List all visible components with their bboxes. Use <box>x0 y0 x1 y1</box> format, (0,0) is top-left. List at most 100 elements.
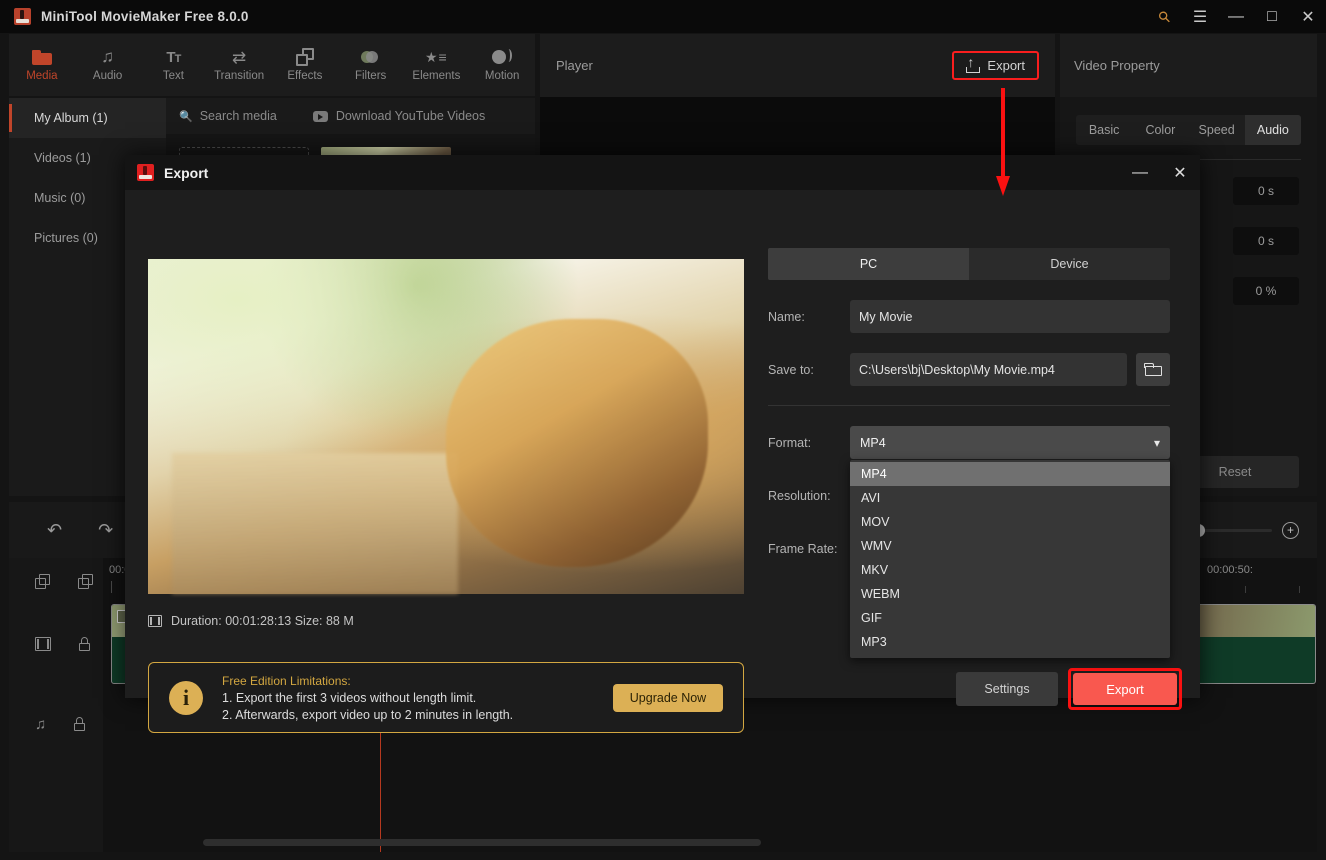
title-bar: MiniTool MovieMaker Free 8.0.0 ⚲ ☰ — □ ✕ <box>0 0 1326 33</box>
toolbar-item-motion[interactable]: Motion <box>469 34 535 96</box>
sidebar-item-label: My Album (1) <box>34 111 108 125</box>
window-controls: ⚲ ☰ — □ ✕ <box>1146 0 1326 33</box>
limitations-line-1: 1. Export the first 3 videos without len… <box>222 690 477 705</box>
toolbar-item-audio[interactable]: ♫ Audio <box>75 34 141 96</box>
export-preview-image <box>148 259 744 594</box>
limitations-line-2: 2. Afterwards, export video up to 2 minu… <box>222 707 514 722</box>
name-label: Name: <box>768 309 805 324</box>
dialog-title-bar: Export — ✕ <box>125 155 1200 190</box>
fade-in-value[interactable]: 0 s <box>1233 177 1299 205</box>
toolbar-item-effects[interactable]: Effects <box>272 34 338 96</box>
minimize-button[interactable]: — <box>1218 0 1254 33</box>
tab-color[interactable]: Color <box>1132 115 1188 145</box>
property-header: Video Property <box>1060 34 1317 97</box>
dialog-close-button[interactable]: ✕ <box>1160 155 1200 190</box>
toolbar-label: Effects <box>287 70 323 83</box>
volume-value[interactable]: 0 % <box>1233 277 1299 305</box>
tab-pc[interactable]: PC <box>768 248 969 280</box>
dialog-window-controls: — ✕ <box>1120 155 1200 190</box>
ruler-label-end: 00:00:50: <box>1207 564 1253 576</box>
tab-device[interactable]: Device <box>969 248 1170 280</box>
upgrade-now-button[interactable]: Upgrade Now <box>613 683 723 712</box>
sidebar-item-my-album[interactable]: My Album (1) <box>9 98 166 138</box>
app-title: MiniTool MovieMaker Free 8.0.0 <box>41 9 249 24</box>
search-placeholder: Search media <box>199 109 277 123</box>
name-input[interactable]: My Movie <box>850 300 1170 333</box>
format-option-mov[interactable]: MOV <box>850 510 1170 534</box>
format-option-wmv[interactable]: WMV <box>850 534 1170 558</box>
export-dialog: Export — ✕ Duration: 00:01:28:13 Size: 8… <box>125 155 1200 733</box>
property-title: Video Property <box>1074 58 1160 73</box>
tab-audio[interactable]: Audio <box>1244 115 1301 145</box>
duration-row: Duration: 00:01:28:13 Size: 88 M <box>148 608 744 634</box>
add-clip-icon[interactable] <box>35 573 50 589</box>
youtube-icon <box>312 110 328 122</box>
search-input[interactable]: 🔍 Search media <box>179 109 277 123</box>
export-top-button[interactable]: Export <box>952 51 1039 80</box>
zoom-in-button[interactable]: + <box>1282 521 1299 539</box>
toolbar-label: Media <box>26 70 58 83</box>
name-row: Name: My Movie <box>768 300 1170 333</box>
redo-icon[interactable]: ↷ <box>98 520 113 541</box>
media-toolbar: 🔍 Search media Download YouTube Videos <box>166 98 535 134</box>
export-button-highlight: Export <box>1068 668 1182 710</box>
dialog-minimize-button[interactable]: — <box>1120 155 1160 190</box>
tab-speed[interactable]: Speed <box>1189 115 1245 145</box>
lock-icon[interactable] <box>79 637 90 651</box>
toolbar-item-elements[interactable]: ★≡ Elements <box>404 34 470 96</box>
format-option-webm[interactable]: WEBM <box>850 582 1170 606</box>
sidebar-item-label: Videos (1) <box>34 151 91 165</box>
settings-divider <box>768 405 1170 406</box>
format-row: Format: MP4 ▾ MP4 AVI MOV WMV MKV WEBM G… <box>768 426 1170 658</box>
upload-icon <box>966 55 981 73</box>
format-option-avi[interactable]: AVI <box>850 486 1170 510</box>
dialog-body: Duration: 00:01:28:13 Size: 88 M i Free … <box>125 190 1200 733</box>
timeline-actions <box>9 558 103 604</box>
close-button[interactable]: ✕ <box>1290 0 1326 33</box>
dialog-title: Export <box>164 164 209 181</box>
settings-button[interactable]: Settings <box>956 672 1058 706</box>
format-select[interactable]: MP4 ▾ <box>850 426 1170 459</box>
export-top-label: Export <box>987 58 1025 73</box>
format-option-mp3[interactable]: MP3 <box>850 630 1170 654</box>
maximize-button[interactable]: □ <box>1254 0 1290 33</box>
undo-icon[interactable]: ↶ <box>47 520 62 541</box>
format-option-mp4[interactable]: MP4 <box>850 462 1170 486</box>
film-icon <box>35 637 51 651</box>
toolbar-item-transition[interactable]: ⇄ Transition <box>206 34 272 96</box>
sidebar-item-label: Music (0) <box>34 191 86 205</box>
toolbar-item-filters[interactable]: Filters <box>338 34 404 96</box>
download-youtube-button[interactable]: Download YouTube Videos <box>312 109 486 123</box>
key-icon[interactable]: ⚲ <box>1146 0 1182 33</box>
folder-icon <box>31 47 52 67</box>
audio-track-header: ♫ <box>9 684 103 764</box>
fade-out-value[interactable]: 0 s <box>1233 227 1299 255</box>
preview-chair <box>171 453 458 594</box>
property-tabs: Basic Color Speed Audio <box>1076 115 1301 145</box>
tab-basic[interactable]: Basic <box>1076 115 1132 145</box>
download-youtube-label: Download YouTube Videos <box>335 109 486 123</box>
duration-size-text: Duration: 00:01:28:13 Size: 88 M <box>171 614 354 628</box>
toolbar-item-text[interactable]: TT Text <box>141 34 207 96</box>
annotation-arrow <box>996 88 1010 198</box>
lock-icon[interactable] <box>74 717 86 731</box>
player-title: Player <box>556 58 593 73</box>
format-dropdown-list: MP4 AVI MOV WMV MKV WEBM GIF MP3 <box>850 460 1170 658</box>
effects-squares-icon <box>295 47 314 67</box>
format-option-mkv[interactable]: MKV <box>850 558 1170 582</box>
search-icon: 🔍 <box>179 110 193 123</box>
format-selected-value: MP4 <box>860 435 886 450</box>
duplicate-clip-icon[interactable] <box>78 573 93 589</box>
main-toolbar: Media ♫ Audio TT Text ⇄ Transition Effec… <box>9 34 535 96</box>
menu-icon[interactable]: ☰ <box>1182 0 1218 33</box>
toolbar-label: Motion <box>484 70 520 83</box>
timeline-track-headers: ♫ <box>9 558 103 852</box>
browse-folder-button[interactable] <box>1136 353 1170 386</box>
app-logo-icon <box>14 8 31 25</box>
save-to-input[interactable]: C:\Users\bj\Desktop\My Movie.mp4 <box>850 353 1127 386</box>
toolbar-item-media[interactable]: Media <box>9 34 75 96</box>
timeline-hscrollbar[interactable] <box>203 839 761 846</box>
frame-rate-label: Frame Rate: <box>768 541 838 556</box>
export-button[interactable]: Export <box>1073 673 1177 705</box>
format-option-gif[interactable]: GIF <box>850 606 1170 630</box>
